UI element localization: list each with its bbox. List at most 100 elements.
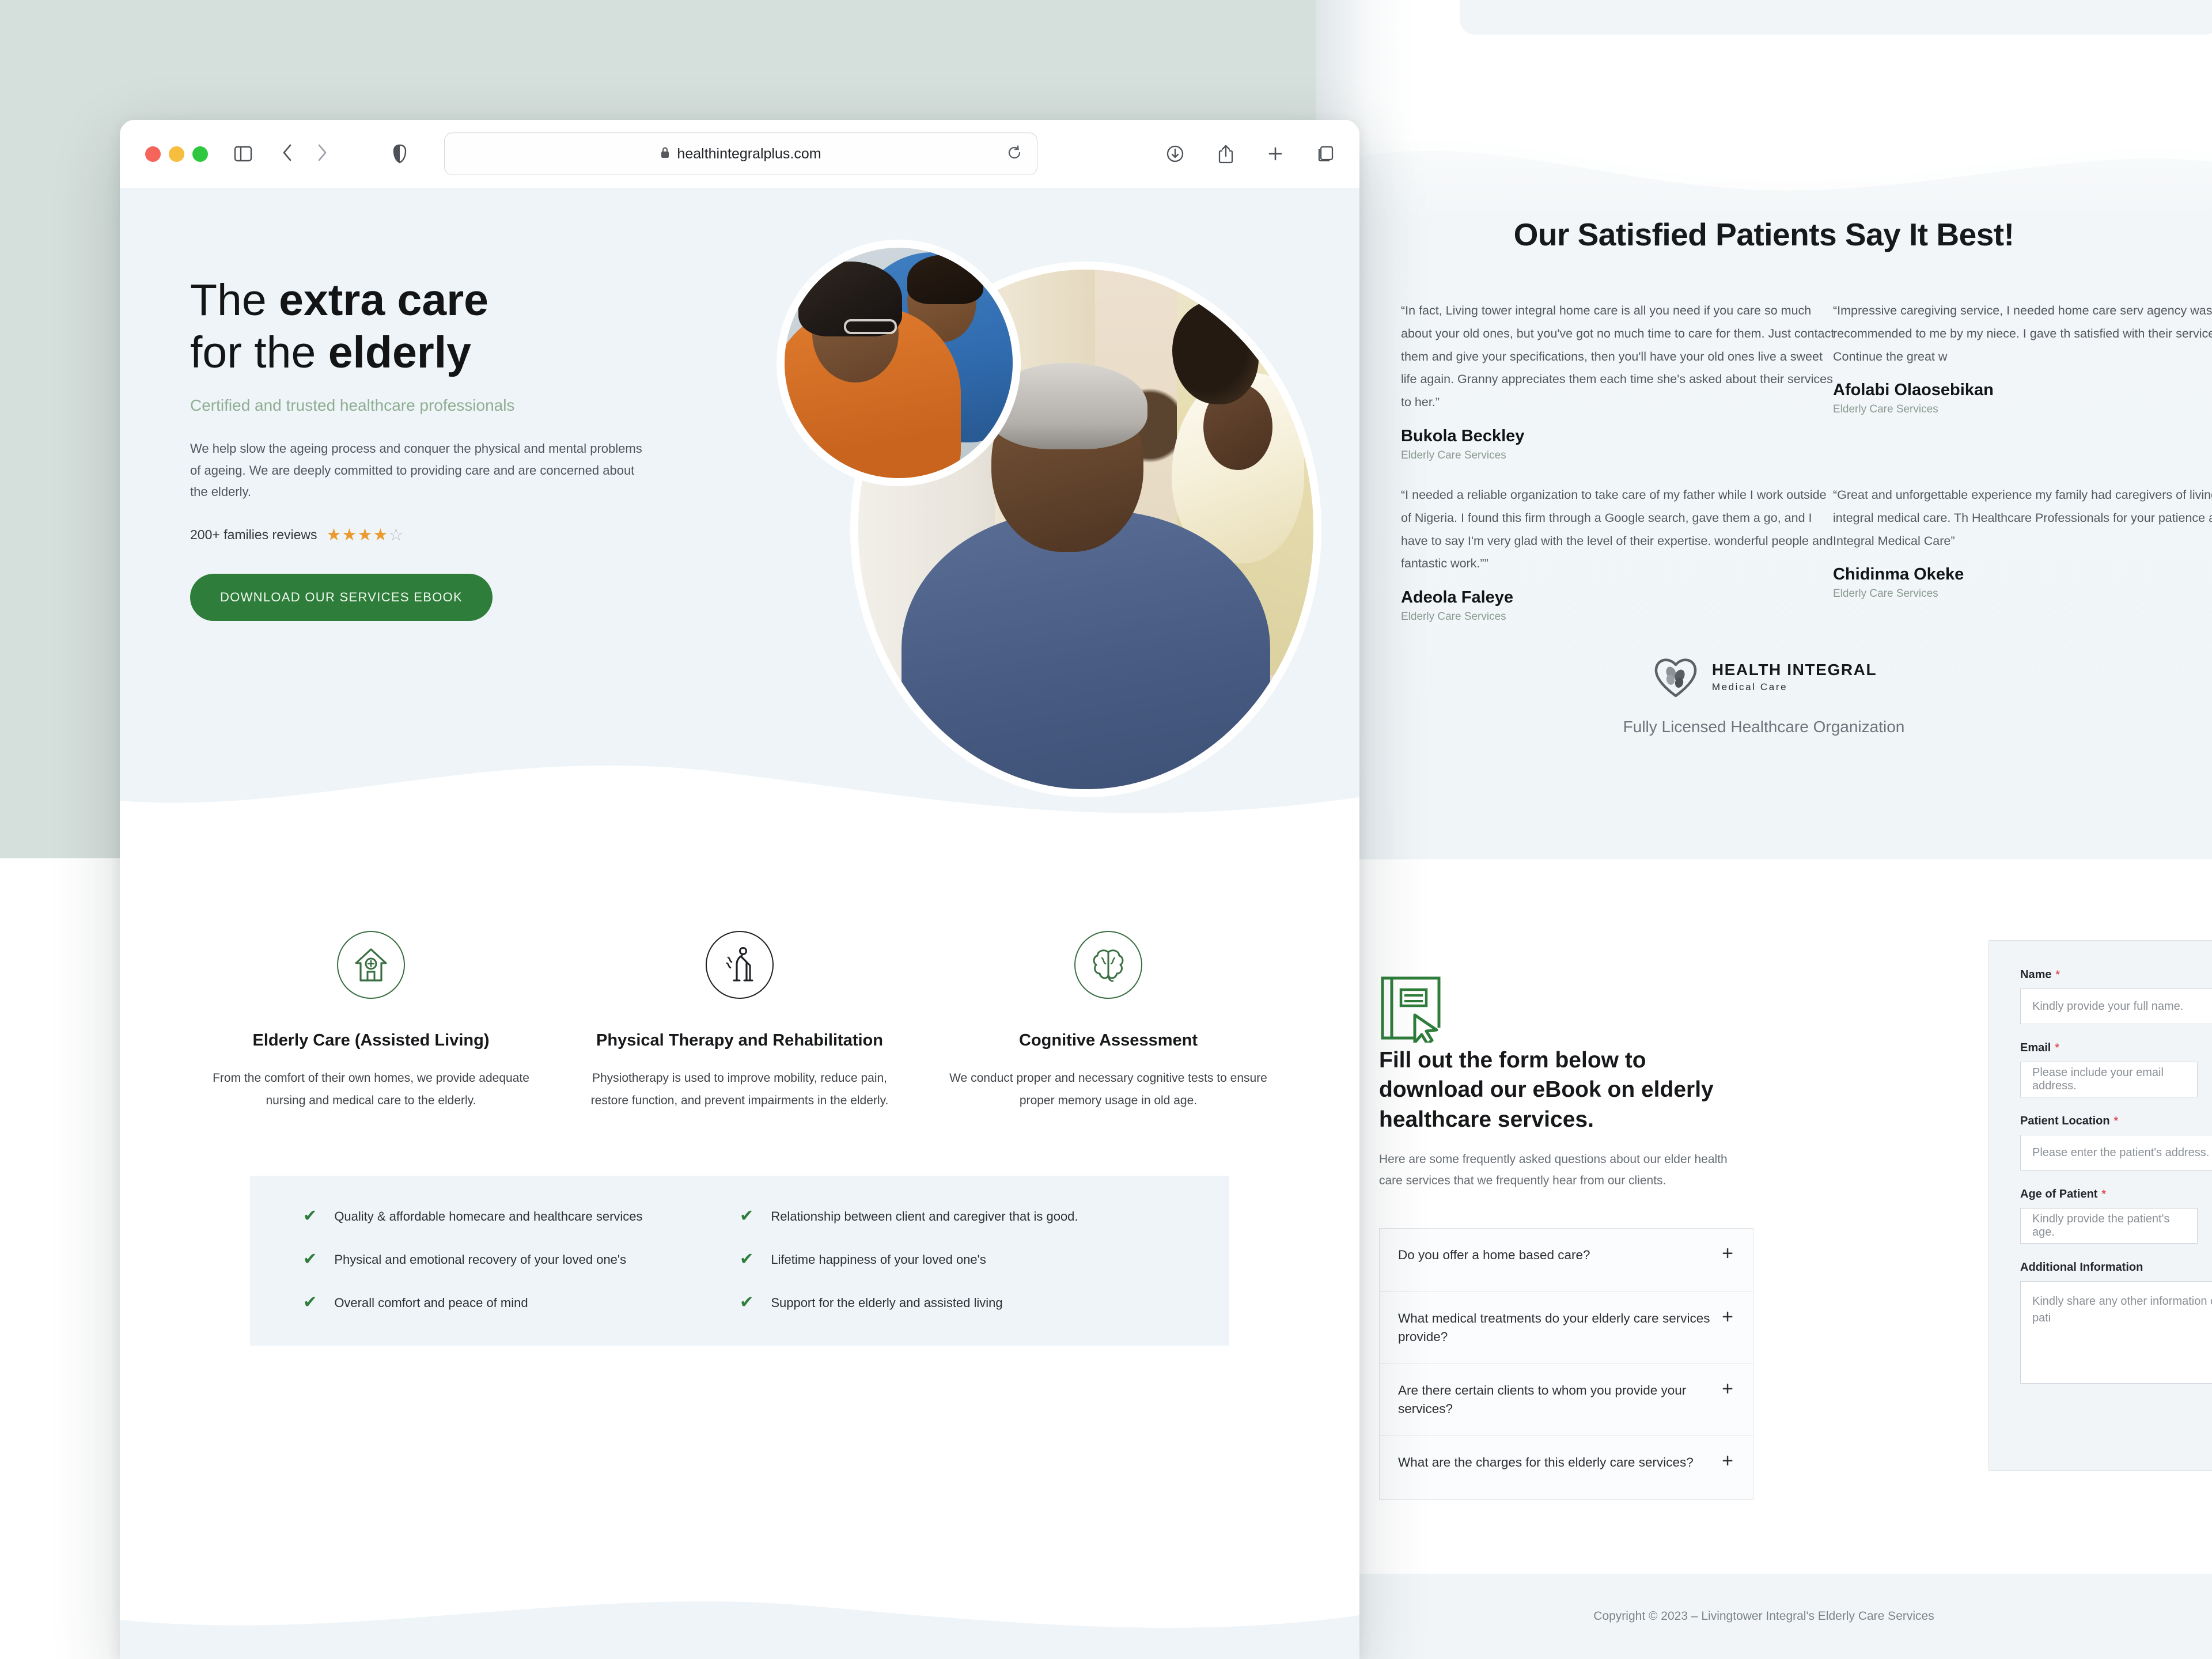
nav-buttons[interactable] bbox=[282, 143, 328, 165]
benefit-text: Overall comfort and peace of mind bbox=[334, 1295, 528, 1310]
close-dot-icon[interactable] bbox=[145, 146, 161, 162]
age-input[interactable]: Kindly provide the patient's age. bbox=[2020, 1208, 2198, 1244]
check-icon: ✔ bbox=[740, 1249, 754, 1268]
testimonial-name: Adeola Faleye bbox=[1401, 588, 1514, 607]
benefit-item: ✔ Physical and emotional recovery of you… bbox=[303, 1251, 740, 1269]
back-icon[interactable] bbox=[282, 143, 293, 165]
faq-item[interactable]: Do you offer a home based care? + bbox=[1380, 1229, 1753, 1292]
plus-icon[interactable]: + bbox=[1722, 1244, 1733, 1263]
window-controls[interactable] bbox=[145, 146, 208, 162]
nurse-and-patient-photo bbox=[777, 240, 1021, 486]
age-label-text: Age of Patient bbox=[2020, 1188, 2098, 1200]
hero-title-line1-light: The bbox=[190, 275, 279, 325]
new-tab-icon[interactable] bbox=[1267, 146, 1283, 162]
photo-patient-glasses bbox=[843, 319, 897, 334]
hero-wave-divider bbox=[120, 748, 1359, 856]
reload-icon[interactable] bbox=[1007, 145, 1022, 163]
testimonial-row: “In fact, Living tower integral home car… bbox=[1316, 300, 2212, 484]
plus-icon[interactable]: + bbox=[1722, 1307, 1733, 1327]
downloads-icon[interactable] bbox=[1166, 145, 1184, 163]
service-description: We conduct proper and necessary cognitiv… bbox=[949, 1071, 1267, 1108]
hero-images bbox=[777, 240, 1359, 816]
required-asterisk: * bbox=[2101, 1188, 2106, 1200]
testimonial-quote: “Great and unforgettable experience my f… bbox=[1833, 488, 2212, 548]
service-description: Physiotherapy is used to improve mobilit… bbox=[590, 1071, 889, 1108]
hero-body: We help slow the ageing process and conq… bbox=[190, 441, 642, 499]
photo-caregiver-hair bbox=[1172, 301, 1259, 405]
benefit-item: ✔ Quality & affordable homecare and heal… bbox=[303, 1206, 740, 1226]
services-section: Elderly Care (Assisted Living) From the … bbox=[120, 856, 1359, 1659]
brand-subtitle: Medical Care bbox=[1711, 681, 1788, 692]
star-icon: ★ bbox=[326, 526, 342, 545]
benefit-text: Physical and emotional recovery of your … bbox=[334, 1252, 627, 1267]
browser-window: healthintegralplus.com The extra care fo… bbox=[120, 120, 1359, 1659]
benefit-text: Relationship between client and caregive… bbox=[771, 1209, 1078, 1224]
hero-subtitle: Certified and trusted healthcare profess… bbox=[190, 396, 515, 414]
service-description: From the comfort of their own homes, we … bbox=[213, 1071, 529, 1108]
hero-title-line2-bold: elderly bbox=[328, 327, 471, 377]
benefits-column-right: ✔ Relationship between client and caregi… bbox=[740, 1206, 1176, 1312]
benefits-column-left: ✔ Quality & affordable homecare and heal… bbox=[303, 1206, 740, 1312]
address-bar-url: healthintegralplus.com bbox=[677, 145, 821, 162]
forward-icon[interactable] bbox=[316, 143, 328, 165]
reviews-count-label: 200+ families reviews bbox=[190, 527, 317, 543]
check-icon: ✔ bbox=[303, 1293, 317, 1312]
benefits-box: ✔ Quality & affordable homecare and heal… bbox=[250, 1175, 1229, 1346]
shield-icon[interactable] bbox=[392, 144, 407, 164]
ebook-subtext: Here are some frequently asked questions… bbox=[1379, 1153, 1728, 1187]
faq-item[interactable]: Are there certain clients to whom you pr… bbox=[1380, 1364, 1753, 1436]
testimonials-grid: “In fact, Living tower integral home car… bbox=[1316, 300, 2212, 668]
check-icon: ✔ bbox=[303, 1206, 317, 1225]
additional-textarea[interactable]: Kindly share any other information or me… bbox=[2020, 1281, 2212, 1384]
faq-question: What are the charges for this elderly ca… bbox=[1398, 1455, 1694, 1469]
hero-title-line2-light: for the bbox=[190, 327, 328, 377]
share-icon[interactable] bbox=[1218, 144, 1234, 164]
field-location: Patient Location * Please enter the pati… bbox=[2020, 1115, 2212, 1171]
star-icon: ★ bbox=[373, 526, 388, 545]
minimize-dot-icon[interactable] bbox=[169, 146, 184, 162]
email-input[interactable]: Please include your email address. bbox=[2020, 1062, 2198, 1097]
benefits-grid: ✔ Quality & affordable homecare and heal… bbox=[303, 1206, 1176, 1312]
plus-icon[interactable]: + bbox=[1722, 1451, 1733, 1471]
address-bar[interactable]: healthintegralplus.com bbox=[444, 132, 1037, 175]
download-ebook-button[interactable]: DOWNLOAD OUR SERVICES EBOOK bbox=[190, 574, 493, 622]
service-card: Elderly Care (Assisted Living) From the … bbox=[187, 931, 555, 1112]
location-input[interactable]: Please enter the patient's address. bbox=[2020, 1135, 2212, 1171]
name-input[interactable]: Kindly provide your full name. bbox=[2020, 988, 2212, 1024]
sidebar-icon[interactable] bbox=[233, 145, 253, 162]
testimonial-role: Elderly Care Services bbox=[1833, 403, 1938, 416]
testimonial-name: Bukola Beckley bbox=[1401, 426, 1525, 445]
field-age: Age of Patient * Kindly provide the pati… bbox=[2020, 1188, 2198, 1244]
field-row: Email * Please include your email addres… bbox=[2020, 1041, 2212, 1097]
testimonial-role: Elderly Care Services bbox=[1833, 588, 1938, 600]
field-row: Age of Patient * Kindly provide the pati… bbox=[2020, 1188, 2212, 1244]
maximize-dot-icon[interactable] bbox=[192, 146, 208, 162]
ebook-download-form: Name * Kindly provide your full name. Em… bbox=[1988, 940, 2212, 1471]
location-label-text: Patient Location bbox=[2020, 1115, 2110, 1127]
benefit-item: ✔ Overall comfort and peace of mind bbox=[303, 1293, 740, 1312]
copyright-text: Copyright © 2023 – Livingtower Integral'… bbox=[1593, 1609, 1934, 1623]
screenshot-stage: Our Satisfied Patients Say It Best! “In … bbox=[0, 0, 2212, 1659]
email-label-text: Email bbox=[2020, 1041, 2051, 1054]
hero-cta-wrap: DOWNLOAD OUR SERVICES EBOOK bbox=[190, 574, 685, 622]
field-label: Age of Patient * bbox=[2020, 1188, 2198, 1201]
services-wave-divider bbox=[120, 1580, 1359, 1659]
faq-item[interactable]: What medical treatments do your elderly … bbox=[1380, 1292, 1753, 1364]
tab-overview-icon[interactable] bbox=[1317, 145, 1334, 162]
plus-icon[interactable]: + bbox=[1722, 1379, 1733, 1399]
faq-question: Do you offer a home based care? bbox=[1398, 1248, 1590, 1262]
faq-item[interactable]: What are the charges for this elderly ca… bbox=[1380, 1436, 1753, 1499]
check-icon: ✔ bbox=[740, 1206, 754, 1225]
testimonial-card: “In fact, Living tower integral home car… bbox=[1401, 300, 1839, 462]
benefit-text: Lifetime happiness of your loved one's bbox=[771, 1252, 986, 1267]
right-page-panel: Our Satisfied Patients Say It Best! “In … bbox=[1316, 0, 2212, 1659]
hero-text-block: The extra care for the elderly Certified… bbox=[190, 274, 685, 622]
testimonial-quote: “I needed a reliable organization to tak… bbox=[1401, 488, 1833, 571]
required-asterisk: * bbox=[2055, 968, 2060, 981]
testimonial-row: “I needed a reliable organization to tak… bbox=[1316, 484, 2212, 668]
hero-title: The extra care for the elderly bbox=[190, 274, 685, 379]
elderly-walking-cane-icon bbox=[706, 931, 774, 999]
services-row: Elderly Care (Assisted Living) From the … bbox=[120, 931, 1359, 1112]
field-label: Patient Location * bbox=[2020, 1115, 2212, 1128]
brand-tagline: Fully Licensed Healthcare Organization bbox=[1623, 718, 1905, 736]
